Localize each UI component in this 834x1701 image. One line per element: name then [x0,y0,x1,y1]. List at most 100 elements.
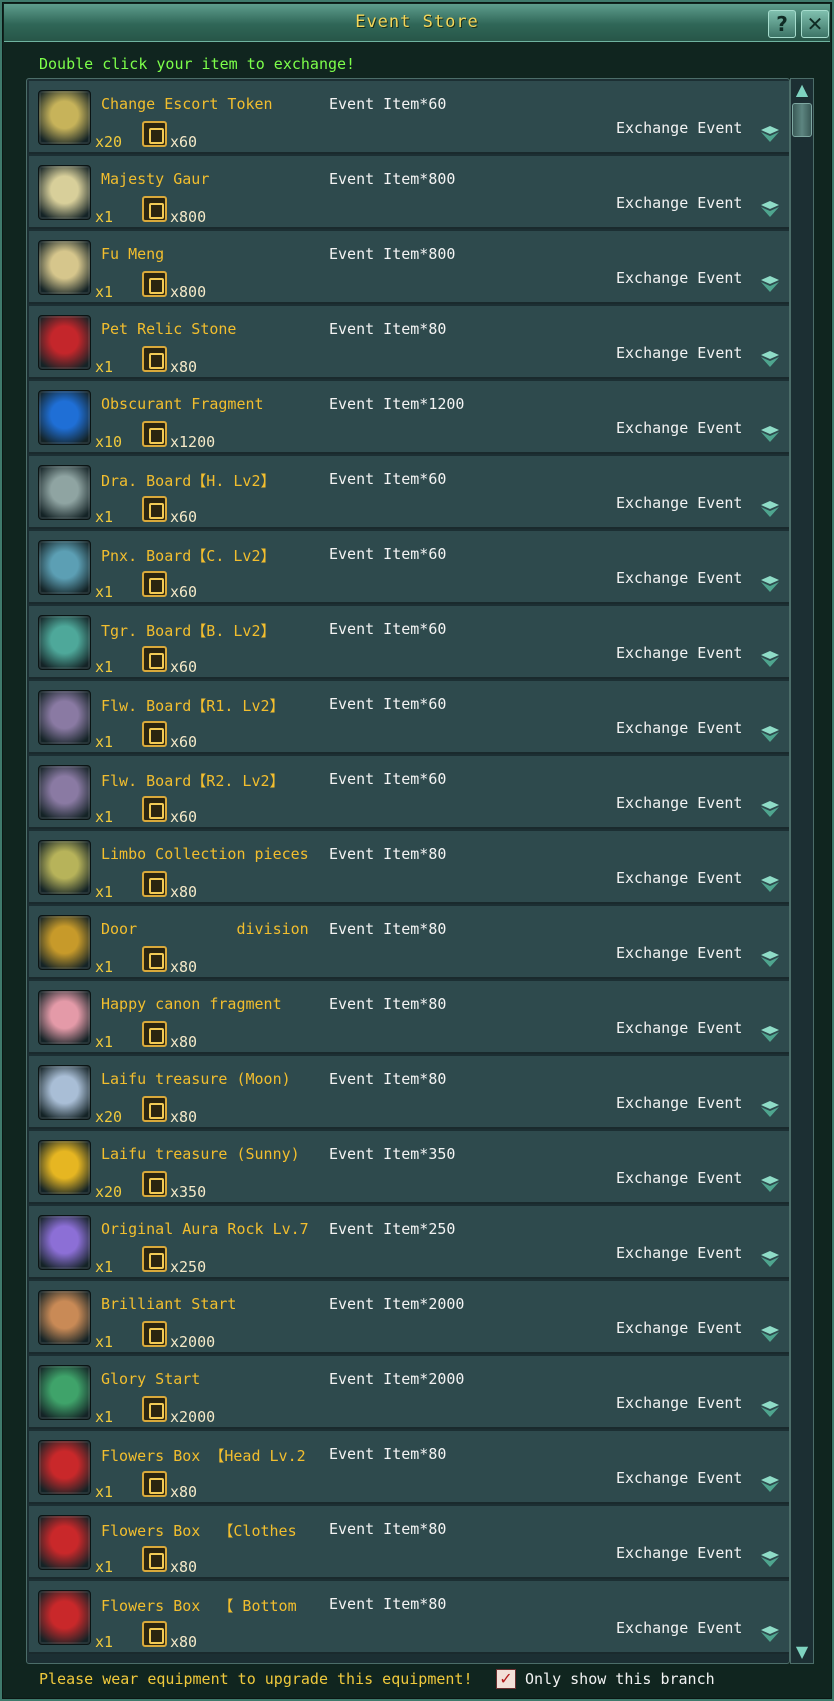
exchange-chevron-icon[interactable] [759,723,781,745]
exchange-chevron-icon[interactable] [759,573,781,595]
item-row[interactable]: Limbo Collection pieces Event Item*80 x1 x8… [29,831,789,904]
scroll-down-arrow-icon[interactable]: ▼ [792,1642,812,1662]
exchange-event-label: Exchange Event [616,1169,743,1187]
bronze-ring-icon[interactable] [38,1290,91,1345]
item-row[interactable]: Dra. Board【H. Lv2】 Event Item*60 x1 x60 Exch… [29,456,789,529]
exchange-chevron-icon[interactable] [759,198,781,220]
exchange-chevron-icon[interactable] [759,348,781,370]
item-row[interactable]: Glory Start Event Item*2000 x1 x2000 Exchang… [29,1356,789,1429]
exchange-chevron-icon[interactable] [759,1623,781,1645]
gift-box-icon[interactable] [38,1515,91,1570]
item-name: Pnx. Board【C. Lv2】 [101,547,276,565]
item-row[interactable]: Brilliant Start Event Item*2000 x1 x2000 Exc… [29,1281,789,1354]
exchange-chevron-icon[interactable] [759,123,781,145]
item-quantity: x1 [95,1558,114,1576]
item-row[interactable]: Flowers Box 【Clothes Event Item*80 x1 x80 Ex… [29,1506,789,1579]
board-book-icon[interactable] [38,615,91,670]
board-book-icon[interactable] [38,465,91,520]
board-book-icon[interactable] [38,540,91,595]
relic-stone-icon[interactable] [38,315,91,370]
board-book-icon[interactable] [38,765,91,820]
item-row[interactable]: Obscurant Fragment Event Item*1200 x10 x120… [29,381,789,454]
item-row[interactable]: Flowers Box 【Head Lv.2 Event Item*80 x1 x80… [29,1431,789,1504]
only-show-branch-label[interactable]: Only show this branch [525,1670,715,1688]
item-cost: Event Item*250 [329,1220,456,1238]
item-quantity: x1 [95,508,114,526]
title-bar[interactable]: Event Store ? ✕ [4,4,830,42]
board-book-icon[interactable] [38,690,91,745]
exchange-chevron-icon[interactable] [759,948,781,970]
item-name: Flw. Board【R1. Lv2】 [101,697,285,715]
green-ring-icon[interactable] [38,1365,91,1420]
item-row[interactable]: Fu Meng Event Item*800 x1 x800 Exchange Even… [29,231,789,304]
item-row[interactable]: Door division Event Item*80 x1 x80 Exchange … [29,906,789,979]
exchange-chevron-icon[interactable] [759,498,781,520]
aura-rock-icon[interactable] [38,1215,91,1270]
item-row[interactable]: Majesty Gaur Event Item*800 x1 x800 Exchange… [29,156,789,229]
item-cost: Event Item*80 [329,920,447,938]
exchange-chevron-icon[interactable] [759,1398,781,1420]
item-row[interactable]: Pet Relic Stone Event Item*80 x1 x80 Exchang… [29,306,789,379]
item-quantity: x1 [95,1633,114,1651]
exchange-chevron-icon[interactable] [759,648,781,670]
item-row[interactable]: Laifu treasure (Moon) Event Item*80 x20 x80… [29,1056,789,1129]
golden-scroll-icon[interactable] [38,915,91,970]
item-quantity: x1 [95,208,114,226]
item-row[interactable]: Pnx. Board【C. Lv2】 Event Item*60 x1 x60 Exch… [29,531,789,604]
exchange-chevron-icon[interactable] [759,1248,781,1270]
exchange-chevron-icon[interactable] [759,273,781,295]
item-name: Glory Start [101,1370,201,1388]
event-coin-icon [142,421,167,447]
exchange-chevron-icon[interactable] [759,798,781,820]
item-price: x60 [170,733,198,751]
exchange-chevron-icon[interactable] [759,1173,781,1195]
close-button[interactable]: ✕ [801,10,829,38]
exchange-event-label: Exchange Event [616,1094,743,1112]
exchange-chevron-icon[interactable] [759,873,781,895]
scroll-up-arrow-icon[interactable]: ▲ [792,80,812,100]
item-row[interactable]: Flw. Board【R2. Lv2】 Event Item*60 x1 x60 Exc… [29,756,789,829]
moon-treasure-icon[interactable] [38,1065,91,1120]
item-quantity: x1 [95,1258,114,1276]
item-row[interactable]: Change Escort Token Event Item*60 x20 x60 Ex… [29,81,789,154]
fu-meng-mount-icon[interactable] [38,240,91,295]
only-show-branch-checkbox[interactable]: ✓ [496,1669,516,1689]
sun-treasure-icon[interactable] [38,1140,91,1195]
scroll-thumb[interactable] [792,103,812,137]
escort-token-icon[interactable] [38,90,91,145]
scrollbar[interactable]: ▲ ▼ [790,78,814,1664]
item-row[interactable]: Flowers Box 【 Bottom Event Item*80 x1 x80 Ex… [29,1581,789,1654]
item-quantity: x1 [95,658,114,676]
exchange-chevron-icon[interactable] [759,1473,781,1495]
item-row[interactable]: Laifu treasure (Sunny) Event Item*350 x20 x… [29,1131,789,1204]
item-name: Pet Relic Stone [101,320,237,338]
item-list[interactable]: Change Escort Token Event Item*60 x20 x60 Ex… [26,78,790,1664]
item-cost: Event Item*80 [329,1445,447,1463]
gift-box-icon[interactable] [38,1590,91,1645]
blue-crystal-icon[interactable] [38,390,91,445]
event-store-window: Event Store ? ✕ Double click your item t… [0,0,834,1701]
item-quantity: x1 [95,883,114,901]
footer-note: Please wear equipment to upgrade this eq… [39,1670,473,1688]
item-price: x80 [170,358,198,376]
gaur-mount-icon[interactable] [38,165,91,220]
gift-box-icon[interactable] [38,1440,91,1495]
item-quantity: x1 [95,1333,114,1351]
item-name: Fu Meng [101,245,165,263]
item-row[interactable]: Happy canon fragment Event Item*80 x1 x80 Ex… [29,981,789,1054]
exchange-event-label: Exchange Event [616,644,743,662]
pink-fragment-icon[interactable] [38,990,91,1045]
exchange-chevron-icon[interactable] [759,1098,781,1120]
item-price: x80 [170,958,198,976]
exchange-chevron-icon[interactable] [759,423,781,445]
item-name: Flowers Box 【 Bottom [101,1597,297,1615]
leaf-pieces-icon[interactable] [38,840,91,895]
exchange-chevron-icon[interactable] [759,1323,781,1345]
item-row[interactable]: Flw. Board【R1. Lv2】 Event Item*60 x1 x60 Exc… [29,681,789,754]
item-row[interactable]: Tgr. Board【B. Lv2】 Event Item*60 x1 x60 Exch… [29,606,789,679]
exchange-chevron-icon[interactable] [759,1023,781,1045]
help-button[interactable]: ? [768,10,796,38]
item-cost: Event Item*350 [329,1145,456,1163]
item-row[interactable]: Original Aura Rock Lv.7 Event Item*250 x1 x… [29,1206,789,1279]
exchange-chevron-icon[interactable] [759,1548,781,1570]
